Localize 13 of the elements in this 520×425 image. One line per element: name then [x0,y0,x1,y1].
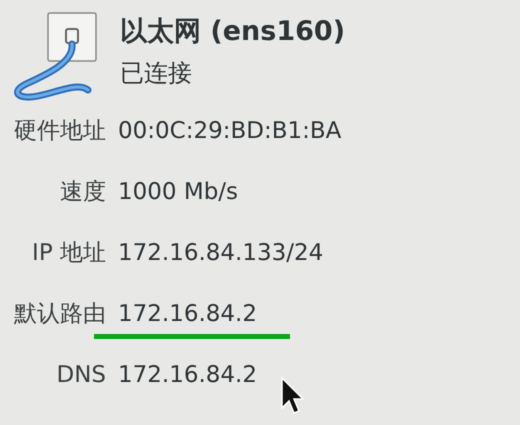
detail-value: 172.16.84.2 [118,301,257,327]
detail-value: 00:0C:29:BD:B1:BA [118,118,342,144]
mouse-pointer-icon [280,376,306,416]
detail-label: IP 地址 [31,239,106,268]
detail-value: 172.16.84.2 [118,362,257,388]
detail-value: 1000 Mb/s [118,179,238,205]
detail-label: 硬件地址 [13,117,106,146]
connection-title: 以太网 (ens160) [120,15,346,49]
detail-value: 172.16.84.133/24 [118,240,324,266]
detail-label: 速度 [59,178,106,207]
connection-status: 已连接 [120,58,193,89]
detail-label: 默认路由 [13,300,106,329]
detail-label: DNS [55,361,106,390]
